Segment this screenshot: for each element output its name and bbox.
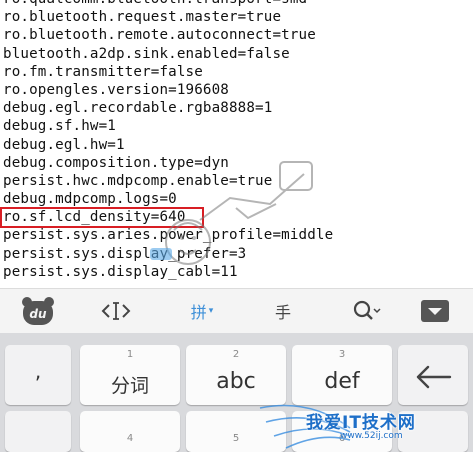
comma-key[interactable]: , [5, 345, 71, 405]
baidu-logo-button[interactable]: du [18, 289, 58, 333]
hide-keyboard-button[interactable] [418, 289, 452, 333]
brand-wings-logo [259, 404, 351, 449]
code-line[interactable]: ro.bluetooth.remote.autoconnect=true [3, 26, 333, 44]
keyboard-hide-icon [421, 300, 449, 322]
dropdown-arrow-icon: ▾ [208, 306, 214, 316]
ime-toolbar: du 拼 ▾ 手 [0, 288, 473, 334]
code-line[interactable]: debug.egl.recordable.rgba8888=1 [3, 99, 333, 117]
key-label: 分词 [110, 375, 149, 397]
code-line[interactable]: persist.hwc.mdpcomp.enable=true [3, 172, 333, 190]
key-4-ghi[interactable]: 4 [80, 411, 180, 452]
code-line[interactable]: persist.sys.aries.power_profile=middle [3, 226, 333, 244]
key-number: 4 [126, 433, 134, 444]
code-lines: ro.qualcomm.bluetooth.transport=smd ro.b… [3, 0, 333, 281]
code-line[interactable]: debug.sf.hw=1 [3, 117, 333, 135]
key-number: 2 [232, 349, 240, 360]
code-line[interactable]: ro.bluetooth.request.master=true [3, 8, 333, 26]
text-editor[interactable]: ro.qualcomm.bluetooth.transport=smd ro.b… [0, 0, 473, 288]
code-line[interactable]: ro.fm.transmitter=false [3, 63, 333, 81]
pinyin-mode-button[interactable]: 拼 ▾ [178, 289, 226, 333]
cursor-move-button[interactable] [98, 289, 134, 333]
code-line[interactable]: persist.sys.display_prefer=3 [3, 245, 333, 263]
key-number: 3 [338, 349, 346, 360]
bear-logo-icon: du [22, 297, 54, 325]
code-line[interactable]: debug.mdpcomp.logs=0 [3, 190, 333, 208]
handwriting-mode-button[interactable]: 手 [268, 289, 298, 333]
code-line[interactable]: bluetooth.a2dp.sink.enabled=false [3, 45, 333, 63]
key-label: , [34, 359, 42, 383]
symbol-key[interactable] [5, 411, 71, 452]
code-line[interactable]: persist.sys.display_cabl=11 [3, 263, 333, 281]
code-line[interactable]: debug.egl.hw=1 [3, 136, 333, 154]
code-line[interactable]: ro.qualcomm.bluetooth.transport=smd [3, 0, 333, 8]
search-button[interactable] [346, 289, 386, 333]
code-line[interactable]: debug.composition.type=dyn [3, 154, 333, 172]
code-line[interactable]: ro.opengles.version=196608 [3, 81, 333, 99]
highlight-box [0, 207, 204, 228]
text-cursor-icon [101, 302, 131, 320]
pinyin-label: 拼 [190, 303, 207, 322]
bear-logo-text: du [29, 307, 47, 321]
key-1-segment[interactable]: 1 分词 [80, 345, 180, 405]
handwriting-label: 手 [274, 303, 291, 322]
key-number: 1 [126, 349, 134, 360]
search-icon [353, 300, 381, 320]
